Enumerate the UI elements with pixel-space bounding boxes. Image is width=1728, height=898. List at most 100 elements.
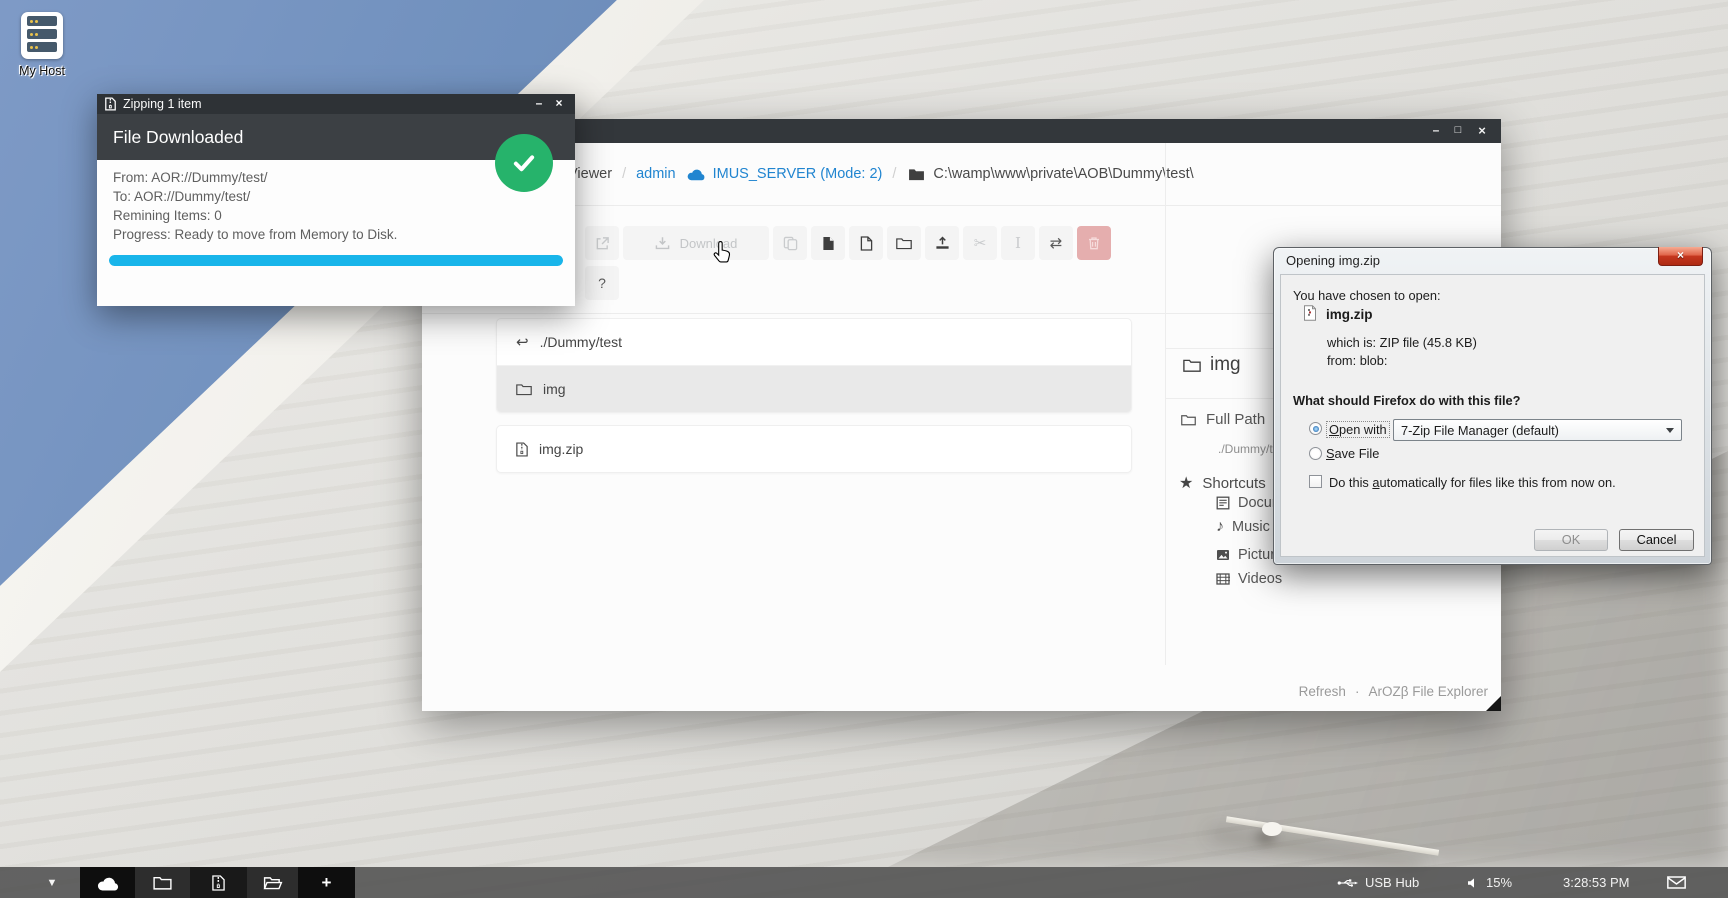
minimize-icon[interactable]: – bbox=[1427, 119, 1445, 143]
taskbar-add-button[interactable]: + bbox=[298, 867, 355, 898]
open-with-radio[interactable] bbox=[1309, 422, 1322, 435]
zip-window-title: Zipping 1 item bbox=[123, 97, 202, 111]
zip-progress-window: Zipping 1 item – × File Downloaded From:… bbox=[97, 94, 575, 306]
server-rack-icon bbox=[21, 12, 63, 59]
explorer-footer: Refresh · ArOZβ File Explorer bbox=[1299, 684, 1488, 699]
scissors-icon: ✂ bbox=[974, 236, 987, 251]
dropdown-arrow-icon bbox=[1666, 428, 1674, 433]
breadcrumb-separator: / bbox=[892, 166, 896, 182]
desktop-icon-label: My Host bbox=[8, 64, 76, 78]
breadcrumb-user-link[interactable]: admin bbox=[636, 166, 676, 182]
taskbar-app-zip[interactable] bbox=[190, 867, 247, 898]
cloud-icon bbox=[686, 167, 706, 181]
maximize-icon[interactable]: □ bbox=[1449, 119, 1467, 143]
do-automatically-checkbox[interactable] bbox=[1309, 475, 1322, 488]
cut-button[interactable]: ✂ bbox=[963, 226, 997, 260]
desktop-icon-my-host[interactable]: My Host bbox=[8, 12, 76, 78]
shortcuts-label: Shortcuts bbox=[1202, 475, 1265, 492]
speaker-icon bbox=[1467, 877, 1479, 889]
tray-usb[interactable]: USB Hub bbox=[1337, 867, 1419, 898]
cancel-button[interactable]: Cancel bbox=[1619, 529, 1694, 551]
rename-button[interactable]: I bbox=[1001, 226, 1035, 260]
dialog-title: Opening img.zip bbox=[1286, 253, 1380, 268]
taskbar-chevron-button[interactable]: ▼ bbox=[40, 867, 64, 898]
breadcrumb-separator: / bbox=[622, 166, 626, 182]
breadcrumb-server-link[interactable]: IMUS_SERVER (Mode: 2) bbox=[713, 166, 883, 182]
taskbar-app-file-manager[interactable] bbox=[247, 867, 298, 898]
close-icon[interactable]: × bbox=[551, 94, 567, 114]
help-button[interactable]: ? bbox=[585, 266, 619, 300]
shortcut-label: Videos bbox=[1238, 571, 1282, 587]
dialog-file-name: img.zip bbox=[1326, 307, 1373, 322]
taskbar-app-folder[interactable] bbox=[135, 867, 190, 898]
open-with-selected-value: 7-Zip File Manager (default) bbox=[1401, 423, 1559, 438]
dialog-intro: You have chosen to open: bbox=[1293, 288, 1441, 303]
panel-selected-name: img bbox=[1210, 354, 1241, 376]
refresh-link[interactable]: Refresh bbox=[1299, 684, 1346, 699]
pictures-icon bbox=[1216, 549, 1230, 561]
tray-clock: 3:28:53 PM bbox=[1563, 867, 1630, 898]
folder-icon bbox=[153, 876, 172, 890]
documents-icon bbox=[1216, 496, 1230, 510]
chevron-down-icon: ▼ bbox=[47, 877, 58, 889]
file-list-card: ↩ ./Dummy/test img bbox=[496, 318, 1132, 413]
save-file-label[interactable]: Save File bbox=[1326, 446, 1379, 461]
zip-remaining-line: Remining Items: 0 bbox=[113, 208, 222, 223]
swap-button[interactable]: ⇄ bbox=[1039, 226, 1073, 260]
shortcuts-header: ★ Shortcuts bbox=[1179, 473, 1266, 493]
ok-button[interactable]: OK bbox=[1534, 529, 1608, 551]
close-icon[interactable]: × bbox=[1473, 119, 1491, 143]
folder-icon bbox=[1181, 414, 1196, 426]
file-list-card: img.zip bbox=[496, 425, 1132, 473]
dialog-file-info: which is: ZIP file (45.8 KB) bbox=[1327, 335, 1477, 350]
delete-button[interactable] bbox=[1077, 226, 1111, 260]
parent-directory-row[interactable]: ↩ ./Dummy/test bbox=[497, 319, 1131, 365]
open-with-select[interactable]: 7-Zip File Manager (default) bbox=[1393, 419, 1682, 441]
taskbar-app-cloud[interactable] bbox=[80, 867, 135, 898]
swap-arrows-icon: ⇄ bbox=[1050, 236, 1063, 251]
shortcut-videos[interactable]: Videos bbox=[1216, 571, 1282, 587]
file-row-img-zip[interactable]: img.zip bbox=[497, 426, 1131, 472]
full-path-row[interactable]: Full Path bbox=[1181, 411, 1265, 428]
paste-button[interactable] bbox=[811, 226, 845, 260]
taskbar: ▼ + USB Hub 15% 3:28:53 PM bbox=[0, 867, 1728, 898]
minimize-icon[interactable]: – bbox=[531, 94, 547, 114]
full-path-label: Full Path bbox=[1206, 411, 1265, 428]
zip-window-titlebar[interactable]: Zipping 1 item – × bbox=[97, 94, 575, 114]
save-file-radio[interactable] bbox=[1309, 447, 1322, 460]
zip-file-icon bbox=[105, 97, 116, 111]
help-icon: ? bbox=[598, 275, 606, 291]
panel-selected-item: img bbox=[1183, 354, 1241, 376]
new-folder-button[interactable] bbox=[887, 226, 921, 260]
dialog-file-source: from: blob: bbox=[1327, 353, 1387, 368]
new-file-button[interactable] bbox=[849, 226, 883, 260]
open-with-label[interactable]: Open with bbox=[1326, 421, 1390, 438]
upload-button[interactable] bbox=[925, 226, 959, 260]
resize-handle[interactable] bbox=[1486, 696, 1501, 711]
download-label: Download bbox=[680, 236, 738, 251]
folder-row-img[interactable]: img bbox=[497, 365, 1131, 412]
tray-volume[interactable]: 15% bbox=[1467, 867, 1512, 898]
explorer-titlebar[interactable]: – □ × bbox=[422, 119, 1501, 143]
progress-bar-fill bbox=[109, 255, 563, 266]
shortcut-music[interactable]: ♪ Music bbox=[1216, 518, 1270, 536]
zip-from-line: From: AOR://Dummy/test/ bbox=[113, 170, 268, 185]
app-name: ArOZβ File Explorer bbox=[1368, 684, 1488, 699]
trash-icon bbox=[1088, 236, 1100, 250]
tray-volume-level: 15% bbox=[1486, 875, 1512, 890]
shortcut-label: Music bbox=[1232, 519, 1270, 535]
tray-mail[interactable] bbox=[1667, 867, 1686, 898]
do-automatically-label[interactable]: Do this automatically for files like thi… bbox=[1329, 475, 1616, 490]
dialog-question: What should Firefox do with this file? bbox=[1293, 393, 1521, 408]
open-folder-icon bbox=[263, 876, 283, 890]
music-note-icon: ♪ bbox=[1216, 518, 1224, 536]
open-external-button[interactable] bbox=[585, 226, 619, 260]
copy-button[interactable] bbox=[773, 226, 807, 260]
zip-to-line: To: AOR://Dummy/test/ bbox=[113, 189, 250, 204]
close-icon[interactable]: × bbox=[1658, 247, 1703, 266]
dialog-body: You have chosen to open: img.zip which i… bbox=[1280, 274, 1705, 557]
zip-file-icon bbox=[212, 875, 225, 891]
success-check-icon bbox=[495, 134, 553, 192]
zip-progress-line: Progress: Ready to move from Memory to D… bbox=[113, 227, 397, 242]
download-button[interactable]: Download bbox=[623, 226, 769, 260]
